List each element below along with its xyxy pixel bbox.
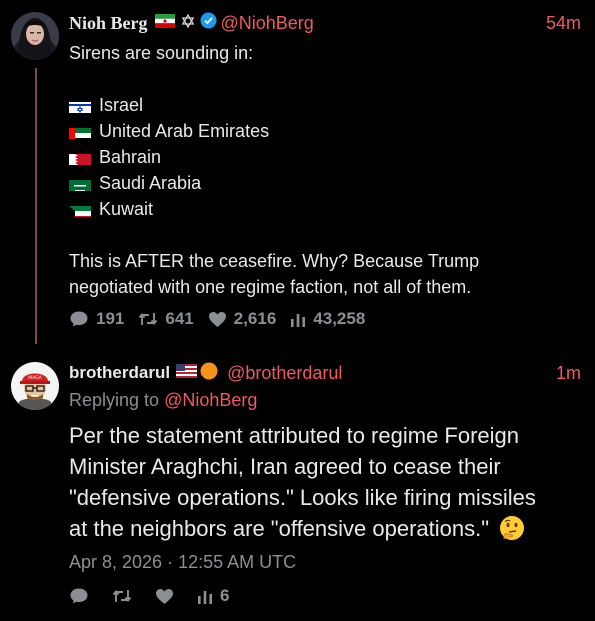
views-count: 43,258 [313,309,366,328]
country-item: Bahrain [69,144,479,170]
kuwait-flag-icon [69,202,91,217]
views-count: 6 [220,586,230,605]
body-line-text: at the neighbors are "offensive operatio… [69,516,490,541]
bahrain-flag-icon [69,150,91,165]
author-handle[interactable]: @NiohBerg [221,13,314,34]
reply-count: 191 [96,309,125,328]
views-icon [291,313,306,327]
like-button[interactable] [155,588,181,605]
tweet-body: Per the statement attributed to regime F… [69,420,589,549]
country-label: Bahrain [99,147,162,167]
israel-flag-icon [69,98,91,113]
heart-icon [208,311,226,327]
replying-prefix: Replying to [69,390,165,410]
closing-line: This is AFTER the ceasefire. Why? Becaus… [69,251,480,271]
reply-icon [70,311,88,327]
uae-flag-icon [69,124,91,139]
avatar[interactable] [11,12,59,60]
country-label: Saudi Arabia [99,173,202,193]
timestamp[interactable]: 1m [556,363,581,384]
tweet-date[interactable]: Apr 8, 2026 · 12:55 AM UTC [69,552,296,573]
repost-icon [112,590,132,602]
views-icon [198,590,212,604]
avatar[interactable]: MAGA [11,362,59,410]
repost-count: 641 [165,309,194,328]
tweet-header: Nioh Berg @NiohBerg 54m [69,11,581,35]
star-of-david-icon [181,13,195,33]
replying-handle[interactable]: @NiohBerg [164,390,257,410]
orange-circle-icon [200,362,218,385]
views-button[interactable]: 6 [197,586,229,606]
us-flag-icon [176,363,198,383]
reply-button[interactable] [69,587,96,605]
country-label: United Arab Emirates [99,121,270,141]
tweet-body: Sirens are sounding in: Israel United Ar… [69,40,479,300]
body-line: "defensive operations." Looks like firin… [69,485,536,510]
timestamp[interactable]: 54m [546,13,581,34]
repost-button[interactable] [112,588,139,604]
tweet-actions: 6 [69,585,243,607]
replying-to: Replying to @NiohBerg [69,390,257,411]
thinking-face-icon [499,515,525,549]
svg-text:MAGA: MAGA [28,375,42,381]
like-count: 2,616 [233,309,277,328]
body-line: at the neighbors are "offensive operatio… [69,513,589,549]
country-label: Kuwait [99,199,154,219]
author-handle[interactable]: @brotherdarul [227,363,342,384]
reply-button[interactable]: 191 [69,309,124,329]
saudi-flag-icon [69,176,91,191]
repost-icon [139,313,158,325]
iran-flag-icon [154,13,175,33]
body-line: Per the statement attributed to regime F… [69,423,520,448]
country-item: Saudi Arabia [69,170,479,196]
tweet-brotherdarul: MAGA brotherdarul @brotherdarul 1m Reply… [0,345,595,621]
body-line: Minister Araghchi, Iran agreed to cease … [69,454,501,479]
country-item: Kuwait [69,196,479,222]
intro-line: Sirens are sounding in: [69,43,254,63]
author-name[interactable]: brotherdarul [69,363,170,383]
heart-icon [156,588,173,604]
country-label: Israel [99,95,144,115]
closing-line: negotiated with one regime faction, not … [69,277,472,297]
country-item: Israel [69,92,479,118]
like-button[interactable]: 2,616 [208,309,277,329]
country-item: United Arab Emirates [69,118,479,144]
thread-line [35,68,37,344]
repost-button[interactable]: 641 [138,309,194,329]
tweet-nioh-berg: Nioh Berg @NiohBerg 54m Sirens are sound… [0,0,595,345]
tweet-actions: 191 641 2,616 43,258 [69,308,379,330]
views-button[interactable]: 43,258 [290,309,365,329]
verified-icon [200,12,217,34]
reply-icon [70,588,88,604]
tweet-header: brotherdarul @brotherdarul 1m [69,361,581,385]
author-name[interactable]: Nioh Berg [69,13,148,34]
